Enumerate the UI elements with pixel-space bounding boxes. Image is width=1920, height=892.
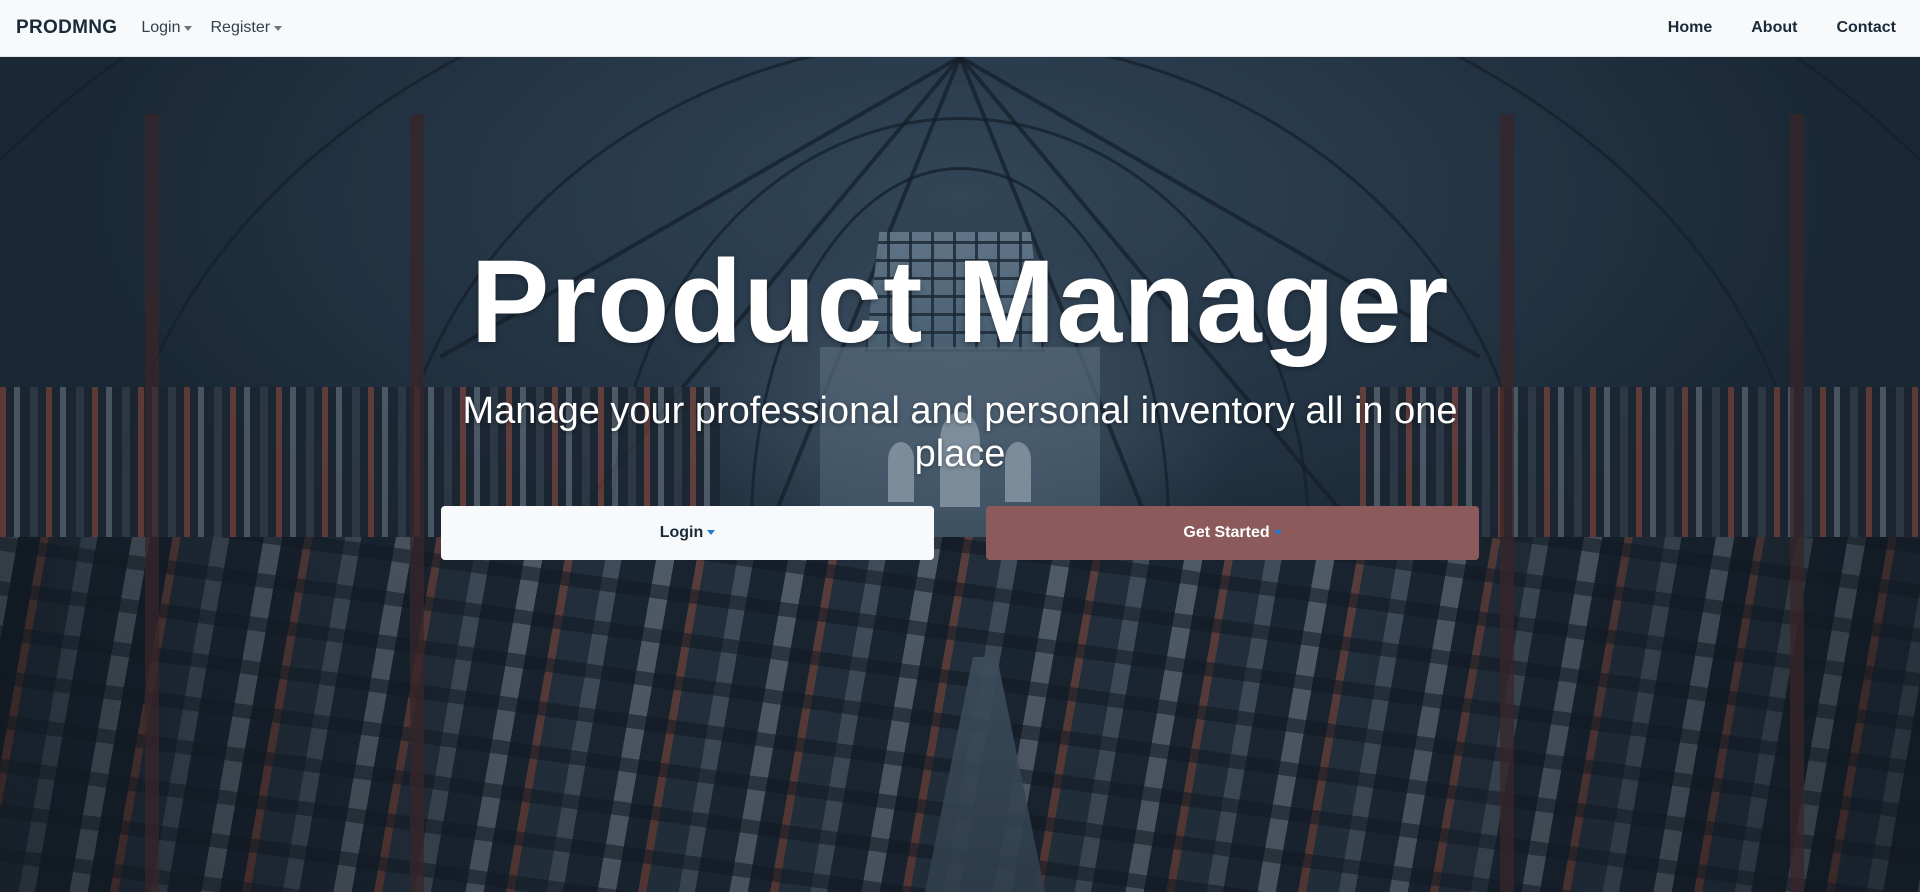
nav-login-dropdown[interactable]: Login xyxy=(141,19,193,37)
hero-login-label: Login xyxy=(659,523,704,541)
nav-link-home[interactable]: Home xyxy=(1668,19,1712,37)
hero-title: Product Manager xyxy=(470,236,1450,368)
caret-down-icon xyxy=(184,25,193,31)
nav-register-dropdown[interactable]: Register xyxy=(210,19,283,37)
brand-logo[interactable]: PRODMNG xyxy=(16,17,117,39)
navbar: PRODMNG Login Register Home About Contac… xyxy=(0,0,1920,57)
nav-login-label: Login xyxy=(141,19,181,36)
hero-content: Product Manager Manage your professional… xyxy=(441,236,1479,560)
hero-buttons: Login Get Started xyxy=(441,505,1479,560)
get-started-button[interactable]: Get Started xyxy=(986,505,1479,560)
hero-login-button[interactable]: Login xyxy=(441,505,934,560)
nav-link-about[interactable]: About xyxy=(1751,19,1797,37)
nav-left: Login Register xyxy=(141,19,283,37)
get-started-label: Get Started xyxy=(1183,523,1270,541)
nav-register-label: Register xyxy=(210,19,271,36)
nav-right: Home About Contact xyxy=(1668,19,1904,37)
caret-down-icon xyxy=(707,530,716,536)
caret-down-icon xyxy=(274,25,283,31)
hero-subtitle: Manage your professional and personal in… xyxy=(462,389,1458,475)
caret-down-icon xyxy=(1273,530,1282,536)
nav-link-contact[interactable]: Contact xyxy=(1836,19,1896,37)
